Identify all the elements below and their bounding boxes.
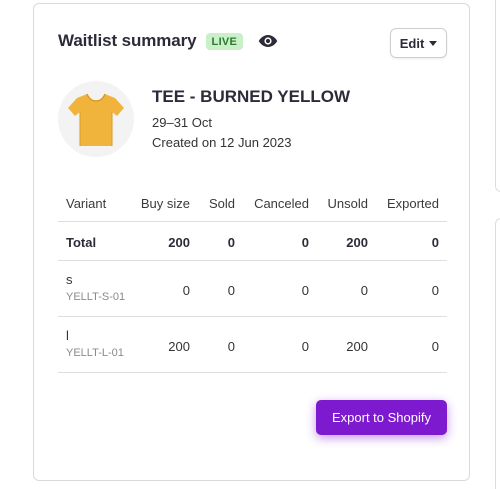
total-buy-size: 200	[168, 235, 190, 250]
edit-button-label: Edit	[399, 35, 425, 51]
export-button-label: Export to Shopify	[332, 410, 431, 425]
column-header-exported: Exported	[386, 196, 439, 211]
column-header-variant: Variant	[66, 196, 107, 211]
total-label: Total	[66, 235, 97, 250]
product-name: TEE - BURNED YELLOW	[152, 87, 351, 106]
variant-unsold: 0	[360, 283, 368, 298]
card-title: Waitlist summary	[58, 31, 197, 50]
total-unsold: 200	[346, 235, 368, 250]
variant-sku: YELLT-S-01	[66, 291, 126, 303]
variant-unsold: 200	[346, 339, 368, 354]
variants-table: Variant Buy size Sold Canceled Unsold Ex…	[58, 187, 447, 373]
column-header-unsold: Unsold	[327, 196, 368, 211]
table-row: s YELLT-S-01 0 0 0 0 0	[58, 261, 447, 317]
variant-cell: s YELLT-S-01	[66, 272, 125, 305]
waitlist-summary-card: Waitlist summary LIVE Edit TEE - BURNED …	[33, 3, 470, 481]
variant-sku: YELLT-L-01	[66, 347, 124, 359]
variant-name: s	[66, 272, 73, 287]
total-exported: 0	[431, 235, 439, 250]
page: Waitlist summary LIVE Edit TEE - BURNED …	[0, 0, 500, 489]
variant-cell: l YELLT-L-01	[66, 328, 124, 361]
variant-buy-size: 200	[168, 339, 190, 354]
status-badge: LIVE	[205, 32, 244, 50]
adjacent-card-top	[495, 0, 500, 192]
table-header-row: Variant Buy size Sold Canceled Unsold Ex…	[58, 187, 447, 222]
total-canceled: 0	[301, 235, 309, 250]
variant-sold: 0	[227, 283, 235, 298]
product-dates: 29–31 Oct	[152, 115, 212, 130]
caret-down-icon	[429, 40, 438, 46]
variant-canceled: 0	[301, 339, 309, 354]
product-created-date: Created on 12 Jun 2023	[152, 135, 292, 150]
edit-button[interactable]: Edit	[390, 28, 447, 58]
table-row-total: Total 200 0 0 200 0	[58, 222, 447, 261]
column-header-buy-size: Buy size	[140, 196, 190, 211]
variant-sold: 0	[227, 339, 235, 354]
total-sold: 0	[227, 235, 235, 250]
adjacent-card-bottom	[495, 218, 500, 489]
variant-exported: 0	[431, 283, 439, 298]
product-image	[58, 81, 134, 157]
export-to-shopify-button[interactable]: Export to Shopify	[316, 400, 447, 435]
variant-buy-size: 0	[182, 283, 190, 298]
eye-icon[interactable]	[258, 34, 278, 48]
table-row: l YELLT-L-01 200 0 0 200 0	[58, 317, 447, 373]
variant-canceled: 0	[301, 283, 309, 298]
column-header-canceled: Canceled	[254, 196, 309, 211]
variant-exported: 0	[431, 339, 439, 354]
column-header-sold: Sold	[208, 196, 235, 211]
card-header: Waitlist summary LIVE	[58, 31, 278, 51]
variant-name: l	[66, 328, 69, 343]
t-shirt-icon	[68, 93, 124, 146]
